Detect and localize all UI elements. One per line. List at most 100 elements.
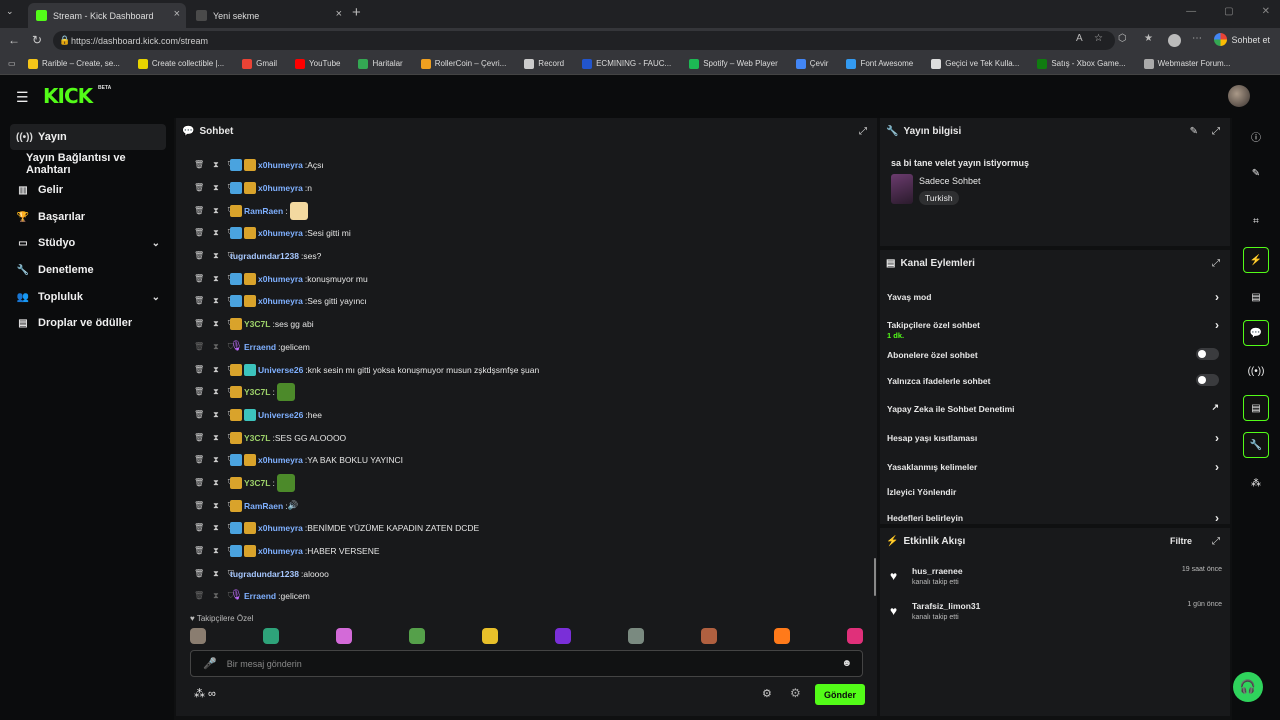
chat-username[interactable]: tugradundar1238 xyxy=(230,569,299,579)
chat-username[interactable]: tugradundar1238 xyxy=(230,251,299,261)
quick-emote[interactable] xyxy=(555,628,571,644)
channel-action-row[interactable]: Takipçilere özel sohbet 1 dk. › xyxy=(887,318,1223,340)
channel-action-row[interactable]: Yasaklanmış kelimeler › xyxy=(887,460,1223,474)
popout-icon[interactable]: ⤢ xyxy=(1212,258,1220,269)
sidebar-item-3[interactable]: 🏆 Başarılar xyxy=(10,204,166,230)
timeout-icon[interactable]: ⧗ xyxy=(213,410,219,420)
delete-icon[interactable]: 🗑 xyxy=(194,455,204,465)
bot-icon[interactable]: ⚙ xyxy=(790,686,801,700)
chat-username[interactable]: Universe26 xyxy=(258,365,303,375)
category-name[interactable]: Sadece Sohbet xyxy=(919,176,981,186)
send-button[interactable]: Gönder xyxy=(815,684,865,705)
timeout-icon[interactable]: ⧗ xyxy=(213,387,219,397)
bookmark-item[interactable]: ECMINING - FAUC... xyxy=(582,58,671,69)
timeout-icon[interactable]: ⧗ xyxy=(213,228,219,238)
timeout-icon[interactable]: ⧗ xyxy=(213,319,219,329)
reload-icon[interactable]: ↻ xyxy=(32,33,42,47)
chat-username[interactable]: x0humeyra xyxy=(258,274,303,284)
delete-icon[interactable]: 🗑 xyxy=(194,591,204,601)
delete-icon[interactable]: 🗑 xyxy=(194,319,204,329)
delete-icon[interactable]: 🗑 xyxy=(194,478,204,488)
chat-username[interactable]: x0humeyra xyxy=(258,160,303,170)
event-username[interactable]: hus_rraenee xyxy=(912,566,963,576)
chat-username[interactable]: RamRaen xyxy=(244,206,283,216)
quick-emote[interactable] xyxy=(628,628,644,644)
channel-action-row[interactable]: Hesap yaşı kısıtlaması › xyxy=(887,431,1223,445)
timeout-icon[interactable]: ⧗ xyxy=(213,296,219,306)
moderation-wrench-icon[interactable]: 🔧 xyxy=(1243,432,1269,458)
emoji-icon[interactable]: ☻ xyxy=(841,658,852,669)
chevron-down-icon[interactable]: ⌄ xyxy=(152,238,160,249)
channel-action-row[interactable]: Yalnızca ifadelerle sohbet xyxy=(887,374,1223,386)
bookmark-item[interactable]: Satış - Xbox Game... xyxy=(1037,58,1126,69)
delete-icon[interactable]: 🗑 xyxy=(194,228,204,238)
channel-action-row[interactable]: Yavaş mod › xyxy=(887,290,1223,304)
favorites-icon[interactable]: ★ xyxy=(1144,33,1153,44)
chat-username[interactable]: Y3C7L xyxy=(244,319,270,329)
external-link-icon[interactable]: ↗ xyxy=(1211,402,1219,413)
popout-icon[interactable]: ⤢ xyxy=(1212,536,1220,547)
quick-emote[interactable] xyxy=(263,628,279,644)
minimize-icon[interactable]: — xyxy=(1186,6,1196,17)
timeout-icon[interactable]: ⧗ xyxy=(213,546,219,556)
popout-icon[interactable]: ⤢ xyxy=(859,126,867,137)
delete-icon[interactable]: 🗑 xyxy=(194,433,204,443)
chat-username[interactable]: RamRaen xyxy=(244,501,283,511)
edit-icon[interactable]: ✎ xyxy=(1243,160,1269,186)
delete-icon[interactable]: 🗑 xyxy=(194,296,204,306)
timeout-icon[interactable]: ⧗ xyxy=(213,455,219,465)
chat-username[interactable]: Y3C7L xyxy=(244,387,270,397)
bookmark-item[interactable]: Rarible – Create, se... xyxy=(28,58,120,69)
timeout-icon[interactable]: ⧗ xyxy=(213,591,219,601)
tab-search-icon[interactable]: ⌄ xyxy=(6,6,14,17)
quick-emote[interactable] xyxy=(774,628,790,644)
quick-emote[interactable] xyxy=(409,628,425,644)
bookmark-item[interactable]: Webmaster Forum... xyxy=(1143,58,1230,69)
chat-username[interactable]: x0humeyra xyxy=(258,228,303,238)
bookmark-item[interactable]: Create collectible |... xyxy=(137,58,224,69)
hamburger-menu-icon[interactable]: ☰ xyxy=(16,89,29,106)
maximize-icon[interactable]: ▢ xyxy=(1224,6,1233,17)
mic-icon[interactable]: 🎤 xyxy=(203,657,217,670)
chat-username[interactable]: Universe26 xyxy=(258,410,303,420)
delete-icon[interactable]: 🗑 xyxy=(194,160,204,170)
chevron-right-icon[interactable]: › xyxy=(1215,511,1219,525)
quick-emote[interactable] xyxy=(190,628,206,644)
support-headset-icon[interactable]: 🎧 xyxy=(1233,672,1263,702)
delete-icon[interactable]: 🗑 xyxy=(194,342,204,352)
delete-icon[interactable]: 🗑 xyxy=(194,546,204,556)
activity-bolt-icon[interactable]: ⚡ xyxy=(1243,247,1269,273)
chat-input[interactable]: 🎤 Bir mesaj gönderin ☻ xyxy=(190,650,863,677)
settings-gear-icon[interactable]: ⚙ xyxy=(762,687,772,700)
channel-actions-icon[interactable]: ▤ xyxy=(1243,395,1269,421)
bookmark-item[interactable]: Font Awesome xyxy=(846,58,913,69)
sidebar-item-2[interactable]: ▥ Gelir xyxy=(10,177,166,203)
timeout-icon[interactable]: ⧗ xyxy=(213,365,219,375)
chat-username[interactable]: x0humeyra xyxy=(258,523,303,533)
timeout-icon[interactable]: ⧗ xyxy=(213,251,219,261)
toggle-switch[interactable] xyxy=(1196,374,1219,386)
timeout-icon[interactable]: ⧗ xyxy=(213,478,219,488)
timeout-icon[interactable]: ⧗ xyxy=(213,523,219,533)
bookmark-item[interactable]: Çevir xyxy=(795,58,828,69)
toggle-switch[interactable] xyxy=(1196,348,1219,360)
more-menu-icon[interactable]: ⋯ xyxy=(1192,33,1202,44)
delete-icon[interactable]: 🗑 xyxy=(194,365,204,375)
chevron-right-icon[interactable]: › xyxy=(1215,431,1219,445)
delete-icon[interactable]: 🗑 xyxy=(194,274,204,284)
channel-action-row[interactable]: Hedefleri belirleyin › xyxy=(887,511,1223,525)
timeout-icon[interactable]: ⧗ xyxy=(213,342,219,352)
bookmark-item[interactable]: Record xyxy=(524,58,564,69)
url-input[interactable]: 🔒 https://dashboard.kick.com/stream xyxy=(53,31,1115,50)
chat-username[interactable]: Erraend xyxy=(244,591,276,601)
timeout-icon[interactable]: ⧗ xyxy=(213,274,219,284)
browser-tab-active[interactable]: Stream - Kick Dashboard × xyxy=(28,3,186,28)
bubbles-icon[interactable]: ⁂ xyxy=(1243,470,1269,496)
chat-username[interactable]: x0humeyra xyxy=(258,546,303,556)
edit-pencil-icon[interactable]: ✎ xyxy=(1190,126,1198,137)
channel-action-row[interactable]: Yapay Zeka ile Sohbet Denetimi ↗ xyxy=(887,402,1223,414)
chat-username[interactable]: x0humeyra xyxy=(258,183,303,193)
delete-icon[interactable]: 🗑 xyxy=(194,387,204,397)
info-icon[interactable]: ⓘ xyxy=(1243,123,1269,149)
delete-icon[interactable]: 🗑 xyxy=(194,523,204,533)
